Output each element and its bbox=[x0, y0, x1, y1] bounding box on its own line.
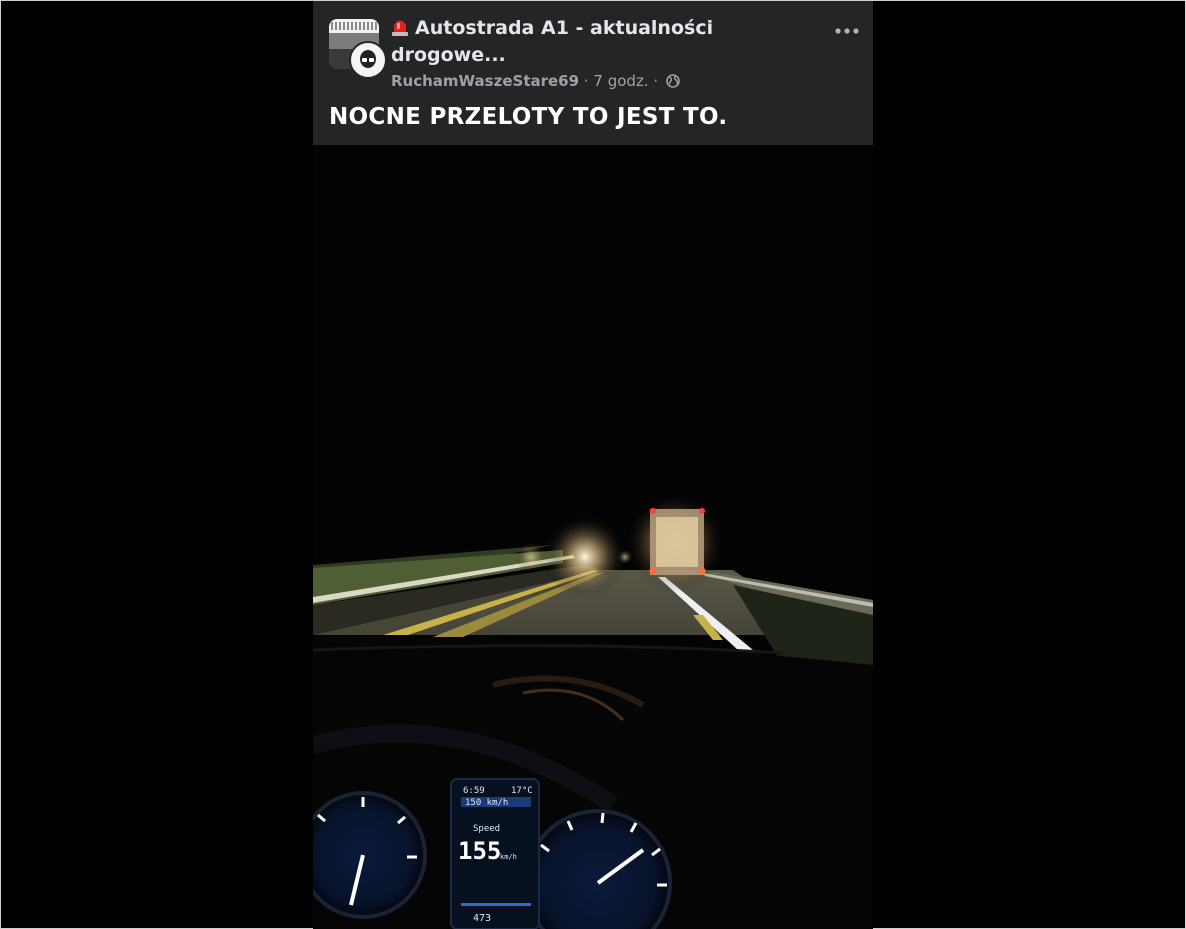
avatar-eye-icon bbox=[362, 58, 367, 62]
meta-separator: · bbox=[653, 72, 659, 90]
author-link[interactable]: RuchamWaszeStare69 bbox=[391, 72, 579, 90]
dash-speed-unit: km/h bbox=[500, 853, 517, 861]
group-name-text: Autostrada A1 - aktualności drogowe... bbox=[391, 17, 714, 66]
post-text: NOCNE PRZELOTY TO JEST TO. bbox=[329, 104, 728, 130]
truck-ahead bbox=[625, 493, 725, 593]
siren-icon bbox=[392, 20, 408, 36]
facebook-post: Autostrada A1 - aktualności drogowe... R… bbox=[313, 1, 873, 929]
video-frame: 6:59 17°C 150 km/h Speed 155 km/h 473 bbox=[313, 145, 873, 929]
user-avatar[interactable] bbox=[349, 41, 387, 79]
group-avatar-text-strip bbox=[331, 22, 377, 30]
dash-limiter: 150 km/h bbox=[465, 798, 508, 808]
globe-icon bbox=[666, 74, 680, 88]
dash-time: 6:59 bbox=[463, 786, 485, 796]
tachometer-gauge bbox=[313, 791, 427, 919]
post-time[interactable]: 7 godz. bbox=[593, 72, 648, 90]
dash-speed-label: Speed bbox=[473, 824, 500, 834]
group-name-link[interactable]: Autostrada A1 - aktualności drogowe... bbox=[391, 15, 721, 69]
avatar-stack[interactable] bbox=[329, 19, 387, 79]
post-header: Autostrada A1 - aktualności drogowe... R… bbox=[313, 1, 873, 145]
dash-temperature: 17°C bbox=[511, 786, 533, 796]
dash-speed-value: 155 bbox=[458, 837, 501, 865]
more-options-icon bbox=[835, 28, 859, 34]
meta-separator: · bbox=[583, 72, 589, 90]
post-meta: RuchamWaszeStare69 · 7 godz. · bbox=[391, 72, 680, 90]
video-player[interactable]: 6:59 17°C 150 km/h Speed 155 km/h 473 bbox=[313, 145, 873, 929]
avatar-face-icon bbox=[360, 50, 376, 68]
more-options-button[interactable] bbox=[833, 19, 861, 43]
avatar-eye-icon bbox=[369, 58, 374, 62]
dash-range: 473 bbox=[473, 913, 491, 924]
